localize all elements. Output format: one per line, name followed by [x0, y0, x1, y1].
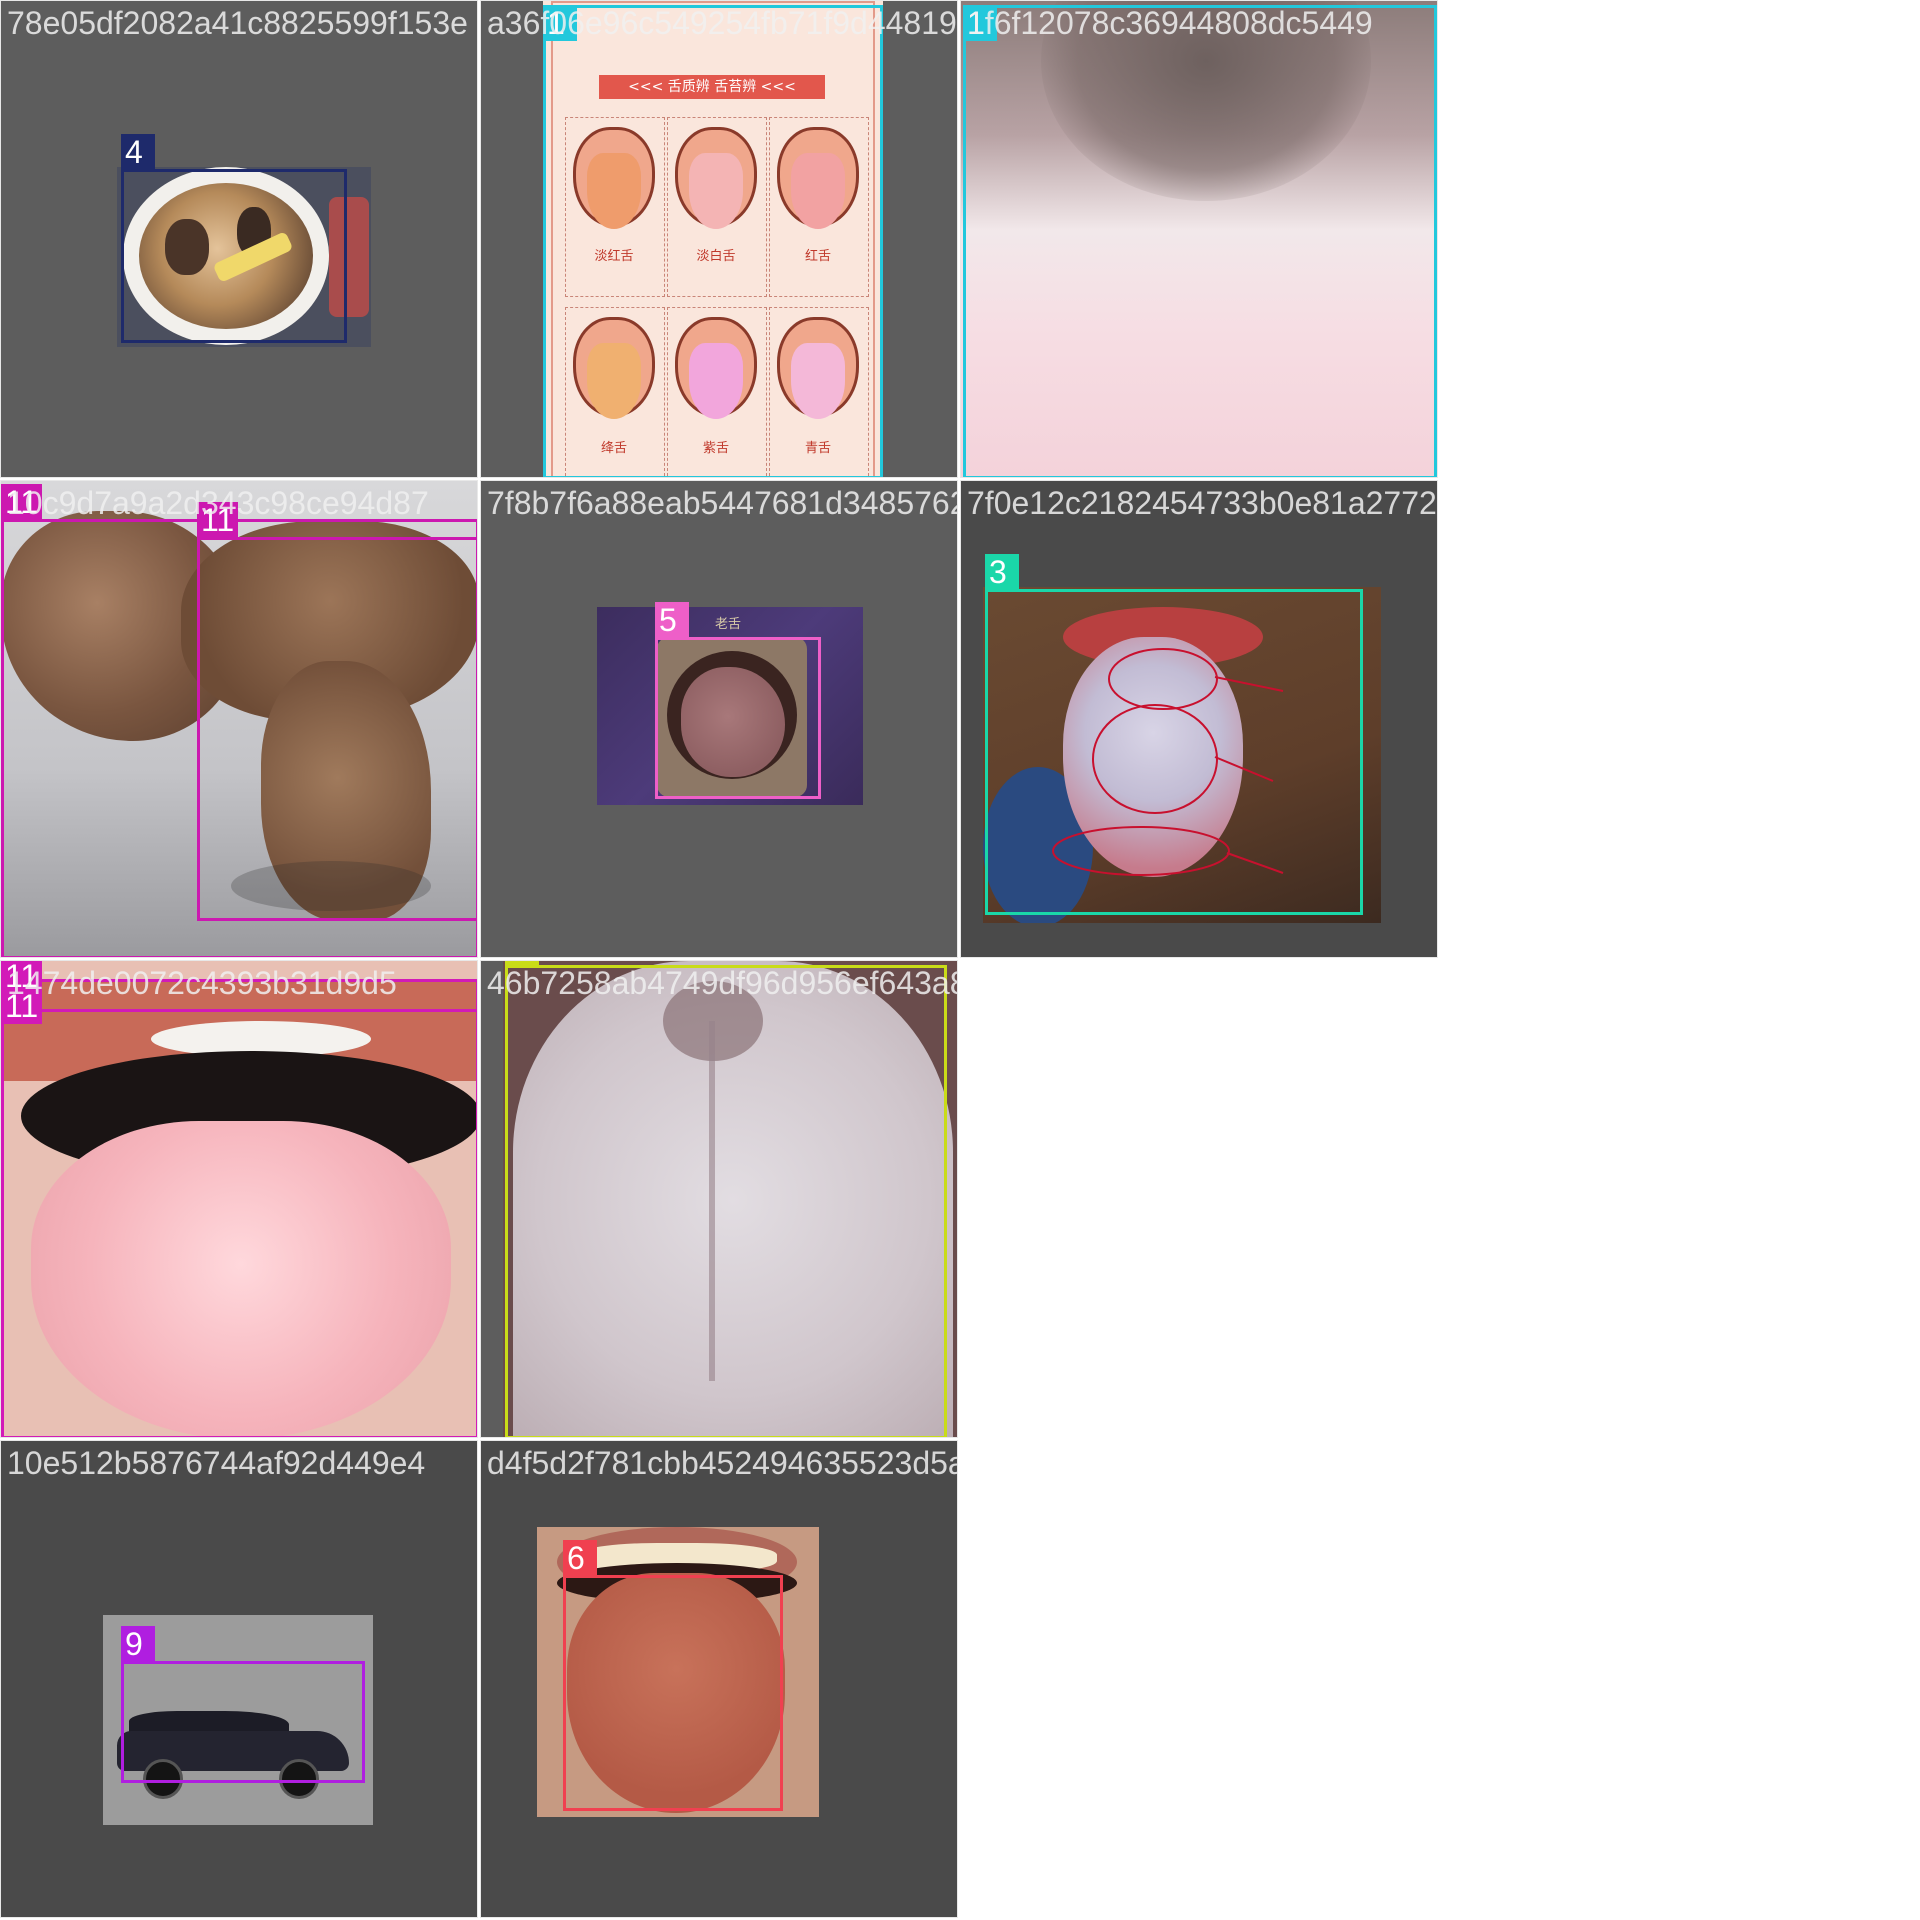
class-label: 4: [121, 134, 155, 170]
detection-box-6: 6: [563, 1540, 783, 1811]
image-tile-10[interactable]: 6 d4f5d2f781cbb452494635523d5a5f05a.jpg: [480, 1440, 958, 1918]
detection-box-1: 1: [543, 5, 883, 477]
detection-box-5: 5: [655, 602, 821, 799]
image-tile-9[interactable]: 9 10e512b5876744af92d449e4: [0, 1440, 478, 1918]
image-filename: 7f8b7f6a88eab5447681d3485762836: [487, 485, 957, 521]
detection-box-3: 3: [985, 554, 1363, 915]
class-label: 5: [655, 602, 689, 638]
image-filename: 7f0e12c2182454733b0e81a2772bcac9e.jpg: [967, 485, 1437, 521]
detection-box-11: 11: [197, 502, 477, 921]
class-label: 11: [197, 502, 239, 538]
image-tile-4[interactable]: 11 11 10c9d7a9a2d343c98ce94d87: [0, 480, 478, 958]
image-tile-3[interactable]: 1 1f6f12078c36944808dc5449: [960, 0, 1438, 478]
detection-box-4: 4: [121, 134, 347, 343]
class-label: 7: [505, 961, 539, 966]
image-tile-5[interactable]: 老舌 5 7f8b7f6a88eab5447681d3485762836: [480, 480, 958, 958]
detection-box-7: 7: [505, 961, 947, 1437]
detection-box-9: 9: [121, 1626, 365, 1783]
class-label: 6: [563, 1540, 597, 1576]
class-label: 3: [985, 554, 1019, 590]
image-tile-2[interactable]: <<< 舌质辨 舌苔辨 <<< 淡红舌 淡白舌 红舌 绛舌 紫舌 青舌 1 a3…: [480, 0, 958, 478]
image-tile-8[interactable]: 7 46b7258ab4749df96d956ef643a83c0.jpg: [480, 960, 958, 1438]
class-label: 1: [963, 5, 997, 41]
detection-box-11: 11: [1, 988, 477, 1437]
image-filename: 78e05df2082a41c8825599f153e: [7, 5, 468, 41]
class-label: 11: [1, 988, 43, 1024]
class-label: 1: [543, 5, 577, 41]
image-tile-1[interactable]: 4 78e05df2082a41c8825599f153e: [0, 0, 478, 478]
class-label: 9: [121, 1626, 155, 1662]
image-tile-7[interactable]: 11 11 1474de0072c4393b31d9d5: [0, 960, 478, 1438]
class-label: 11: [1, 484, 43, 520]
detection-box-1: 1: [963, 5, 1437, 477]
photo-caption: 老舌: [715, 617, 742, 632]
image-tile-6[interactable]: 3 7f0e12c2182454733b0e81a2772bcac9e.jpg: [960, 480, 1438, 958]
image-filename: 10e512b5876744af92d449e4: [7, 1445, 426, 1481]
image-filename: d4f5d2f781cbb452494635523d5a5f05a.jpg: [487, 1445, 957, 1481]
